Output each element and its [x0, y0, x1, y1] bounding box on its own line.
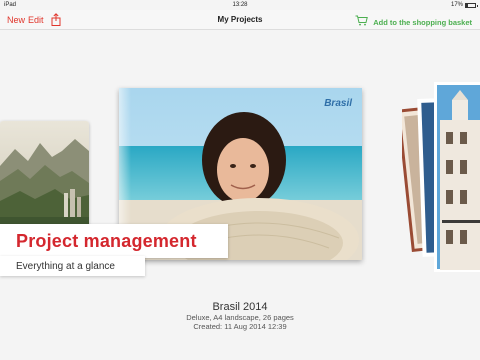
- nav-bar: New Edit My Projects Add to the shopping…: [0, 10, 480, 30]
- project-details: Deluxe, A4 landscape, 26 pages: [186, 313, 294, 322]
- promo-headline: Project management: [16, 231, 197, 251]
- building-photo-stack-image: [396, 82, 480, 272]
- status-bar: iPad 13:28 17%: [0, 0, 480, 10]
- promo-headline-banner: Project management: [0, 224, 228, 258]
- battery-indicator: 17%: [450, 2, 478, 8]
- project-created: Created: 11 Aug 2014 12:39: [193, 322, 287, 331]
- project-name: Brasil 2014: [212, 301, 268, 313]
- mountain-landscape-image: [0, 121, 89, 233]
- battery-icon: [465, 2, 478, 8]
- project-info: Brasil 2014 Deluxe, A4 landscape, 26 pag…: [0, 301, 480, 331]
- battery-percent: 17%: [450, 2, 463, 8]
- status-time: 13:28: [232, 2, 248, 8]
- promo-subline-banner: Everything at a glance: [0, 256, 145, 276]
- add-to-basket-button[interactable]: Add to the shopping basket: [355, 13, 472, 31]
- project-book-left[interactable]: [0, 121, 89, 233]
- project-book-right[interactable]: [396, 80, 480, 275]
- promo-subline: Everything at a glance: [16, 261, 115, 272]
- cart-icon: [355, 13, 369, 31]
- cover-title: Brasil: [324, 98, 352, 109]
- add-to-basket-label: Add to the shopping basket: [373, 17, 472, 27]
